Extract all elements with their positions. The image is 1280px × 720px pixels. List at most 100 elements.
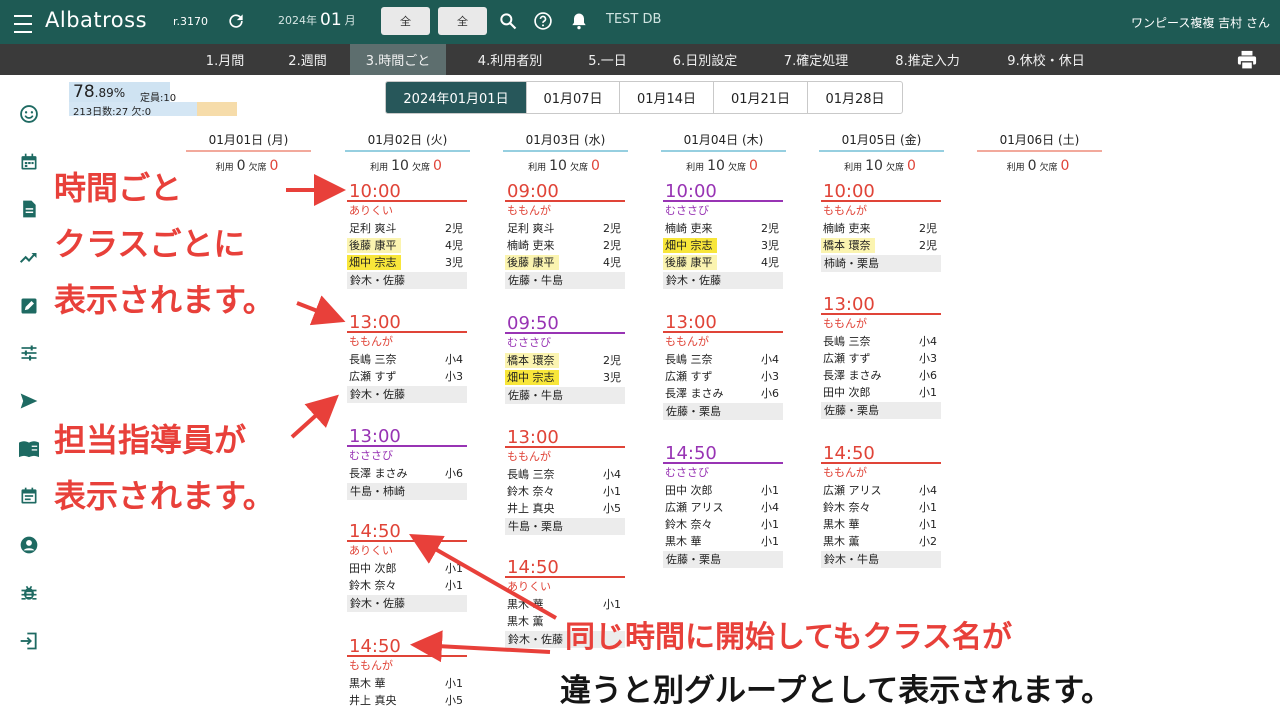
nav-weekly[interactable]: 2.週間 <box>265 44 350 75</box>
student-row[interactable]: 畑中 宗志 3児 <box>663 237 783 254</box>
student-grade: 小2 <box>919 535 937 548</box>
student-row[interactable]: 後藤 康平 4児 <box>663 254 783 271</box>
class-block[interactable]: 09:00 ももんが 足利 爽斗 2児 楠崎 吏来 2児 後藤 康平 4児 佐藤・牛島 <box>505 181 625 289</box>
nav-hourly[interactable]: 3.時間ごと <box>350 44 446 75</box>
calendar-icon[interactable] <box>18 151 40 173</box>
date-tab-0128[interactable]: 01月28日 <box>807 82 902 113</box>
nav-by-user[interactable]: 4.利用者別 <box>460 44 560 75</box>
student-row[interactable]: 橋本 環奈 2児 <box>821 237 941 254</box>
account-icon[interactable] <box>18 534 40 556</box>
class-block[interactable]: 13:00 ももんが 長嶋 三奈 小4 広瀬 すず 小3 鈴木・佐藤 <box>347 312 467 403</box>
student-row[interactable]: 田中 次郎 小1 <box>663 482 783 499</box>
class-name: ももんが <box>665 335 709 348</box>
class-block[interactable]: 14:50 ももんが 広瀬 アリス 小4 鈴木 奈々 小1 黒木 華小1 黒木 薫小2 鈴木・牛… <box>821 443 941 568</box>
staff-names: 佐藤・栗島 <box>663 551 783 568</box>
edit-icon[interactable] <box>18 295 40 317</box>
student-row[interactable]: 広瀬 アリス 小4 <box>663 499 783 516</box>
student-row[interactable]: 長嶋 三奈 小4 <box>663 351 783 368</box>
student-grade: 2児 <box>445 222 463 235</box>
document-icon[interactable] <box>18 198 40 220</box>
student-row[interactable]: 畑中 宗志 3児 <box>505 369 625 386</box>
class-block[interactable]: 13:00 ももんが 長嶋 三奈 小4 広瀬 すず 小3 長澤 まさみ 小6 田中 次郎 小1 佐藤… <box>821 294 941 419</box>
student-row[interactable]: 田中 次郎 小1 <box>821 384 941 401</box>
start-time: 13:00 <box>505 427 625 448</box>
student-row[interactable]: 後藤 康平 4児 <box>347 237 467 254</box>
student-row[interactable]: 楠崎 吏来 2児 <box>505 237 625 254</box>
refresh-icon[interactable] <box>226 10 248 32</box>
nav-day-settings[interactable]: 6.日別設定 <box>660 44 750 75</box>
calendar-note-icon[interactable] <box>18 485 40 507</box>
student-row[interactable]: 黒木 薫 小2 <box>821 533 941 550</box>
usage-count: 利用 10 欠席 0 <box>661 158 786 174</box>
student-row[interactable]: 長嶋 三奈 小4 <box>821 333 941 350</box>
class-block[interactable]: 10:00 ももんが 楠崎 吏来 2児 橋本 環奈 2児 柿崎・栗島 <box>821 181 941 272</box>
help-icon[interactable] <box>533 10 555 32</box>
class-block[interactable]: 13:00 ももんが 長嶋 三奈 小4 鈴木 奈々 小1 井上 真央 小5 牛島・栗島 <box>505 427 625 535</box>
smile-icon[interactable] <box>18 103 40 125</box>
nav-holidays[interactable]: 9.休校・休日 <box>990 44 1102 75</box>
login-icon[interactable] <box>18 630 40 652</box>
student-row[interactable]: 長澤 まさみ 小6 <box>821 367 941 384</box>
all-button-1[interactable]: 全 <box>381 7 430 35</box>
book-icon[interactable] <box>18 438 40 460</box>
staff-names: 佐藤・牛島 <box>505 272 625 289</box>
send-icon[interactable] <box>18 390 40 412</box>
student-row[interactable]: 長澤 まさみ 小6 <box>663 385 783 402</box>
student-row[interactable]: 鈴木 奈々 小1 <box>663 516 783 533</box>
menu-icon[interactable] <box>14 12 32 36</box>
top-app-bar: Albatross r.3170 2024年 01 月 全 全 TEST DB … <box>0 0 1280 44</box>
student-row[interactable]: 黒木 華 小1 <box>821 516 941 533</box>
nav-daily[interactable]: 5.一日 <box>570 44 645 75</box>
student-row[interactable]: 後藤 康平 4児 <box>505 254 625 271</box>
class-block[interactable]: 14:50 ありくい 田中 次郎 小1 鈴木 奈々 小1 鈴木・佐藤 <box>347 521 467 612</box>
student-row[interactable]: 鈴木 奈々 小1 <box>505 483 625 500</box>
nav-estimate[interactable]: 8.推定入力 <box>880 44 975 75</box>
student-row[interactable]: 楠崎 吏来 2児 <box>663 220 783 237</box>
student-row[interactable]: 鈴木 奈々 小1 <box>821 499 941 516</box>
print-icon[interactable] <box>1235 44 1259 75</box>
student-row[interactable]: 鈴木 奈々 小1 <box>347 577 467 594</box>
date-tab-0114[interactable]: 01月14日 <box>619 82 713 113</box>
staff-names: 鈴木・佐藤 <box>347 595 467 612</box>
student-row[interactable]: 黒木 華 小1 <box>347 675 467 692</box>
student-row[interactable]: 井上 真央 小5 <box>347 692 467 709</box>
class-block[interactable]: 14:50 むささび 田中 次郎 小1 広瀬 アリス 小4 鈴木 奈々 小1 黒木 華小1 佐藤・… <box>663 443 783 568</box>
bug-icon[interactable] <box>18 582 40 604</box>
student-grade: 4児 <box>603 256 621 269</box>
all-button-2[interactable]: 全 <box>438 7 487 35</box>
student-row[interactable]: 楠崎 吏来 2児 <box>821 220 941 237</box>
date-tab-0121[interactable]: 01月21日 <box>713 82 807 113</box>
tune-icon[interactable] <box>18 342 40 364</box>
student-row[interactable]: 足利 爽斗 2児 <box>347 220 467 237</box>
date-tab-0107[interactable]: 01月07日 <box>526 82 619 113</box>
student-row[interactable]: 黒木 華 小1 <box>663 533 783 550</box>
class-block[interactable]: 10:00 ありくい 足利 爽斗 2児 後藤 康平 4児 畑中 宗志 3児 鈴木・佐藤 <box>347 181 467 289</box>
class-block[interactable]: 14:50 ももんが 黒木 華 小1 井上 真央 小5 <box>347 636 467 709</box>
class-block[interactable]: 13:00 むささび 長澤 まさみ 小6 牛島・柿崎 <box>347 426 467 500</box>
nav-confirm[interactable]: 7.確定処理 <box>770 44 862 75</box>
student-row[interactable]: 長嶋 三奈 小4 <box>347 351 467 368</box>
student-row[interactable]: 足利 爽斗 2児 <box>505 220 625 237</box>
student-row[interactable]: 畑中 宗志 3児 <box>347 254 467 271</box>
class-block[interactable]: 10:00 むささび 楠崎 吏来 2児 畑中 宗志 3児 後藤 康平 4児 鈴木・佐藤 <box>663 181 783 289</box>
user-label[interactable]: ワンピース複複 吉村 さん <box>1131 14 1270 31</box>
period-display[interactable]: 2024年 01 月 <box>278 10 356 30</box>
nav-monthly[interactable]: 1.月間 <box>185 44 265 75</box>
date-tab-0101[interactable]: 2024年01月01日 <box>386 82 526 113</box>
student-row[interactable]: 広瀬 すず 小3 <box>663 368 783 385</box>
period-suffix: 月 <box>344 14 356 27</box>
bell-icon[interactable] <box>569 10 591 32</box>
trend-icon[interactable] <box>18 247 40 269</box>
class-block[interactable]: 09:50 むささび 橋本 環奈 2児 畑中 宗志 3児 佐藤・牛島 <box>505 313 625 404</box>
student-row[interactable]: 長澤 まさみ 小6 <box>347 465 467 482</box>
student-row[interactable]: 広瀬 すず 小3 <box>821 350 941 367</box>
student-row[interactable]: 田中 次郎 小1 <box>347 560 467 577</box>
search-icon[interactable] <box>498 10 520 32</box>
student-row[interactable]: 黒木 華 小1 <box>505 596 625 613</box>
student-row[interactable]: 井上 真央 小5 <box>505 500 625 517</box>
student-row[interactable]: 広瀬 すず 小3 <box>347 368 467 385</box>
student-row[interactable]: 長嶋 三奈 小4 <box>505 466 625 483</box>
student-row[interactable]: 広瀬 アリス 小4 <box>821 482 941 499</box>
class-block[interactable]: 13:00 ももんが 長嶋 三奈 小4 広瀬 すず 小3 長澤 まさみ 小6 佐藤・栗島 <box>663 312 783 420</box>
student-row[interactable]: 橋本 環奈 2児 <box>505 352 625 369</box>
